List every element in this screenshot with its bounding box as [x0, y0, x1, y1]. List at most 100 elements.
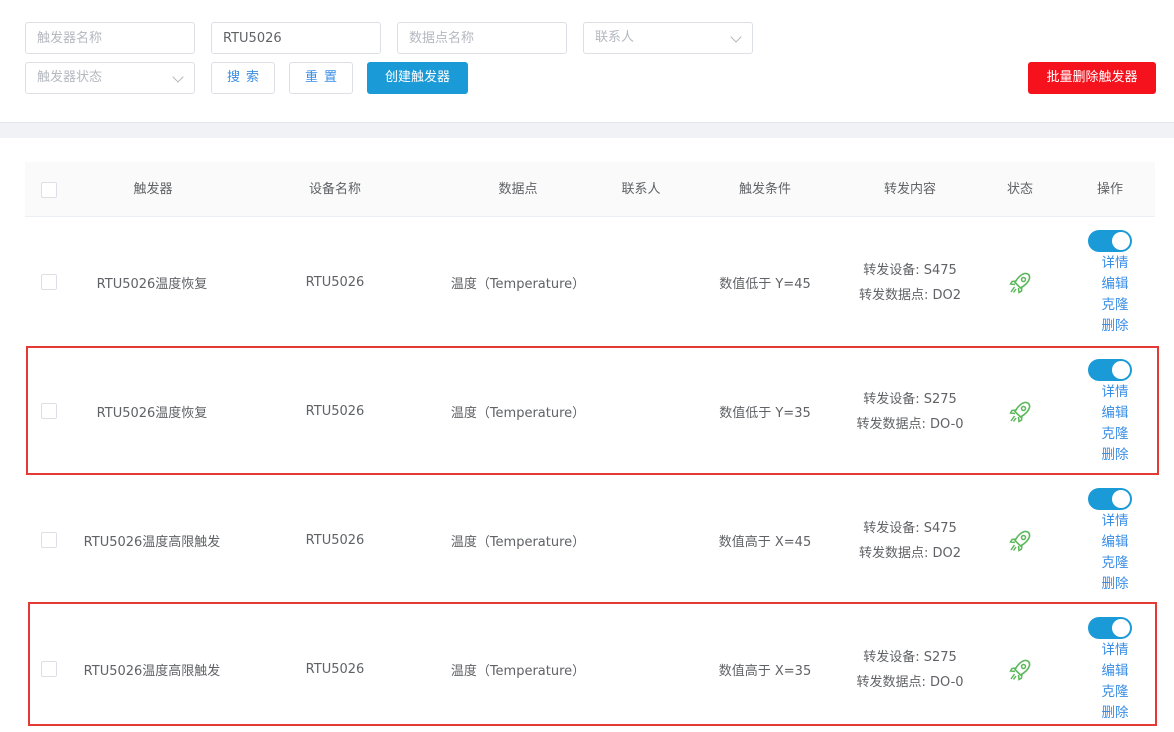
rocket-icon	[1009, 401, 1031, 423]
contact-select[interactable]: 联系人	[583, 22, 753, 54]
edit-link[interactable]: 编辑	[1085, 532, 1145, 553]
delete-link[interactable]: 删除	[1085, 316, 1145, 337]
table-row: RTU5026温度恢复 RTU5026 温度（Temperature） 数值低于…	[25, 347, 1155, 476]
cell-contact	[601, 605, 681, 732]
table-row: RTU5026温度高限触发 RTU5026 温度（Temperature） 数值…	[25, 605, 1155, 732]
forward-device: 转发设备: S275	[863, 649, 957, 665]
batch-delete-button[interactable]: 批量删除触发器	[1028, 62, 1156, 94]
datapoint-name-input[interactable]	[409, 23, 555, 53]
trigger-status-placeholder: 触发器状态	[37, 70, 103, 85]
detail-link[interactable]: 详情	[1085, 253, 1145, 274]
header-contact: 联系人	[621, 182, 661, 197]
cell-condition: 数值低于 Y=35	[719, 406, 811, 421]
forward-device: 转发设备: S475	[863, 520, 957, 536]
table-header: 触发器 设备名称 数据点 联系人 触发条件 转发内容 状态 操作	[25, 162, 1155, 217]
delete-link[interactable]: 删除	[1085, 574, 1145, 595]
table-row: RTU5026温度恢复 RTU5026 温度（Temperature） 数值低于…	[25, 218, 1155, 347]
select-all-checkbox[interactable]	[41, 182, 57, 198]
enable-toggle[interactable]	[1088, 488, 1132, 510]
header-device: 设备名称	[308, 182, 361, 197]
toggle-knob	[1112, 232, 1130, 250]
cell-actions: 详情 编辑 克隆 删除	[1085, 347, 1145, 476]
datapoint-name-input-wrap[interactable]	[397, 22, 567, 54]
enable-toggle[interactable]	[1088, 230, 1132, 252]
cell-condition: 数值高于 X=45	[718, 535, 812, 550]
table-row: RTU5026温度高限触发 RTU5026 温度（Temperature） 数值…	[25, 476, 1155, 605]
edit-link[interactable]: 编辑	[1085, 661, 1145, 682]
forward-datapoint: 转发数据点: DO-0	[856, 674, 964, 690]
cell-status	[990, 605, 1050, 732]
cell-trigger: RTU5026温度高限触发	[83, 664, 221, 679]
header-trigger: 触发器	[133, 182, 173, 197]
edit-link[interactable]: 编辑	[1085, 274, 1145, 295]
cell-trigger: RTU5026温度恢复	[96, 406, 208, 421]
enable-toggle[interactable]	[1088, 359, 1132, 381]
row-checkbox[interactable]	[41, 532, 57, 548]
cell-forward: 转发设备: S275 转发数据点: DO-0	[845, 605, 975, 732]
cell-actions: 详情 编辑 克隆 删除	[1085, 218, 1145, 347]
rocket-icon	[1009, 530, 1031, 552]
toggle-knob	[1112, 490, 1130, 508]
contact-select-placeholder: 联系人	[595, 30, 635, 45]
chevron-down-icon	[172, 71, 184, 83]
cell-contact	[601, 476, 681, 605]
enable-toggle[interactable]	[1088, 617, 1132, 639]
header-datapoint: 数据点	[498, 182, 538, 197]
detail-link[interactable]: 详情	[1085, 382, 1145, 403]
rocket-icon	[1009, 659, 1031, 681]
cell-condition: 数值低于 Y=45	[719, 277, 811, 292]
rocket-icon	[1009, 272, 1031, 294]
toggle-knob	[1112, 361, 1130, 379]
cell-trigger: RTU5026温度高限触发	[83, 535, 221, 550]
clone-link[interactable]: 克隆	[1085, 682, 1145, 703]
cell-status	[990, 347, 1050, 476]
row-checkbox[interactable]	[41, 403, 57, 419]
cell-actions: 详情 编辑 克隆 删除	[1085, 476, 1145, 605]
create-trigger-button[interactable]: 创建触发器	[367, 62, 468, 94]
edit-link[interactable]: 编辑	[1085, 403, 1145, 424]
clone-link[interactable]: 克隆	[1085, 295, 1145, 316]
detail-link[interactable]: 详情	[1085, 640, 1145, 661]
header-condition: 触发条件	[738, 182, 791, 197]
search-button[interactable]: 搜索	[211, 62, 275, 94]
cell-device: RTU5026	[305, 275, 365, 290]
clone-link[interactable]: 克隆	[1085, 424, 1145, 445]
device-name-input[interactable]	[223, 23, 369, 53]
cell-device: RTU5026	[305, 404, 365, 419]
reset-button[interactable]: 重置	[289, 62, 353, 94]
cell-actions: 详情 编辑 克隆 删除	[1085, 605, 1145, 732]
cell-datapoint: 温度（Temperature）	[450, 406, 586, 421]
forward-device: 转发设备: S475	[863, 262, 957, 278]
forward-device: 转发设备: S275	[863, 391, 957, 407]
trigger-name-input[interactable]	[37, 23, 183, 53]
trigger-name-input-wrap[interactable]	[25, 22, 195, 54]
cell-contact	[601, 218, 681, 347]
header-forward: 转发内容	[883, 182, 936, 197]
delete-link[interactable]: 删除	[1085, 703, 1145, 724]
device-name-input-wrap[interactable]	[211, 22, 381, 54]
forward-datapoint: 转发数据点: DO2	[858, 287, 962, 303]
forward-datapoint: 转发数据点: DO2	[858, 545, 962, 561]
trigger-status-select[interactable]: 触发器状态	[25, 62, 195, 94]
forward-datapoint: 转发数据点: DO-0	[856, 416, 964, 432]
delete-link[interactable]: 删除	[1085, 445, 1145, 466]
cell-device: RTU5026	[305, 533, 365, 548]
cell-datapoint: 温度（Temperature）	[450, 664, 586, 679]
cell-contact	[601, 347, 681, 476]
cell-status	[990, 218, 1050, 347]
filter-bar: 联系人 触发器状态 搜索 重置 创建触发器 批量删除触发器	[0, 0, 1174, 122]
row-checkbox[interactable]	[41, 274, 57, 290]
cell-datapoint: 温度（Temperature）	[450, 277, 586, 292]
clone-link[interactable]: 克隆	[1085, 553, 1145, 574]
cell-trigger: RTU5026温度恢复	[96, 277, 208, 292]
cell-forward: 转发设备: S475 转发数据点: DO2	[845, 476, 975, 605]
toggle-knob	[1112, 619, 1130, 637]
cell-forward: 转发设备: S275 转发数据点: DO-0	[845, 347, 975, 476]
row-checkbox[interactable]	[41, 661, 57, 677]
header-actions: 操作	[1096, 182, 1123, 197]
cell-forward: 转发设备: S475 转发数据点: DO2	[845, 218, 975, 347]
detail-link[interactable]: 详情	[1085, 511, 1145, 532]
section-divider	[0, 122, 1174, 138]
cell-condition: 数值高于 X=35	[718, 664, 812, 679]
cell-status	[990, 476, 1050, 605]
